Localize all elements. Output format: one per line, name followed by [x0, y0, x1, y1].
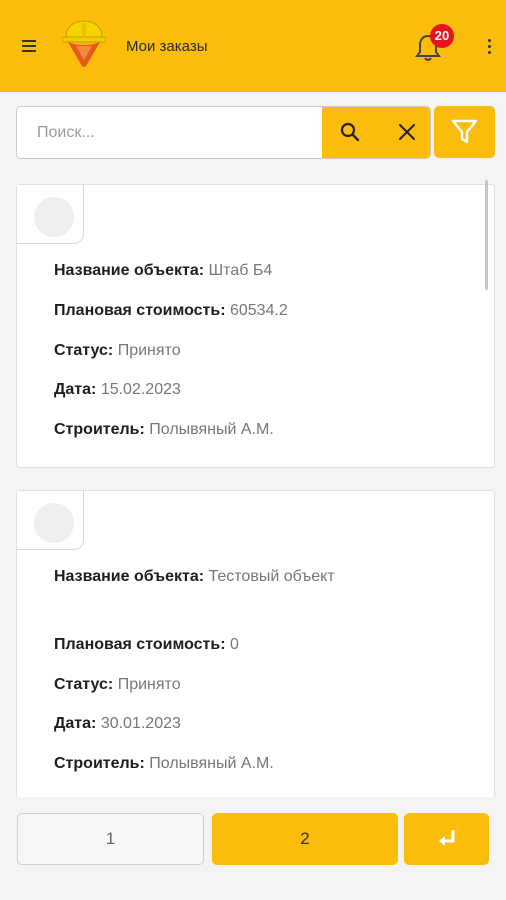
orders-list[interactable]: Название объекта: Штаб Б4 Плановая стоим… [16, 180, 496, 797]
order-cost: Плановая стоимость: 60534.2 [54, 299, 364, 323]
order-name-value: Тестовый объект [208, 568, 335, 585]
order-cost-value: 0 [229, 636, 239, 653]
close-icon[interactable] [395, 120, 419, 144]
enter-arrow-icon [439, 830, 455, 846]
order-status-value: Принято [117, 342, 181, 359]
filter-icon [451, 119, 478, 144]
order-builder: Строитель: Полывяный А.М. [54, 418, 364, 442]
order-status: Статус: Принято [54, 673, 364, 697]
order-name: Название объекта: Штаб Б4 [54, 259, 364, 283]
order-builder-value: Полывяный А.М. [149, 421, 274, 438]
avatar [34, 197, 74, 237]
search-icon[interactable] [338, 120, 362, 144]
order-cost-value: 60534.2 [229, 302, 288, 319]
logo-icon [62, 20, 106, 67]
order-date-value: 15.02.2023 [100, 381, 181, 398]
order-status: Статус: Принято [54, 339, 364, 363]
filter-button[interactable] [434, 106, 495, 158]
kebab-icon[interactable] [486, 39, 492, 55]
order-status-label: Статус: [54, 676, 114, 693]
page-title: Мои заказы [126, 38, 208, 55]
order-date: Дата: 30.01.2023 [54, 712, 364, 736]
avatar [34, 503, 74, 543]
page-2-button[interactable]: 2 [212, 813, 398, 865]
order-builder-label: Строитель: [54, 755, 145, 772]
order-date-label: Дата: [54, 715, 97, 732]
search-actions [322, 107, 430, 158]
order-builder: Строитель: Полывяный А.М. [54, 752, 364, 776]
order-builder-label: Строитель: [54, 421, 145, 438]
order-name-label: Название объекта: [54, 568, 205, 585]
card-tab [17, 491, 84, 550]
order-cost: Плановая стоимость: 0 [54, 633, 364, 657]
hamburger-icon[interactable] [22, 40, 36, 52]
order-builder-value: Полывяный А.М. [149, 755, 274, 772]
app-header: Мои заказы 20 [0, 0, 506, 92]
order-date-value: 30.01.2023 [100, 715, 181, 732]
order-name: Название объекта: Тестовый объект [54, 565, 364, 589]
enter-button[interactable] [404, 813, 489, 865]
order-card[interactable]: Название объекта: Штаб Б4 Плановая стоим… [16, 184, 495, 468]
search-input[interactable] [17, 107, 321, 158]
order-name-label: Название объекта: [54, 262, 205, 279]
order-date: Дата: 15.02.2023 [54, 378, 364, 402]
order-date-label: Дата: [54, 381, 97, 398]
scrollbar[interactable] [485, 180, 488, 290]
order-status-value: Принято [117, 676, 181, 693]
order-status-label: Статус: [54, 342, 114, 359]
order-card[interactable]: Название объекта: Тестовый объект Планов… [16, 490, 495, 797]
order-cost-label: Плановая стоимость: [54, 302, 226, 319]
search-bar [16, 106, 431, 159]
notification-badge: 20 [430, 24, 454, 48]
page-1-button[interactable]: 1 [17, 813, 204, 865]
order-cost-label: Плановая стоимость: [54, 636, 226, 653]
order-name-value: Штаб Б4 [208, 262, 273, 279]
card-tab [17, 185, 84, 244]
